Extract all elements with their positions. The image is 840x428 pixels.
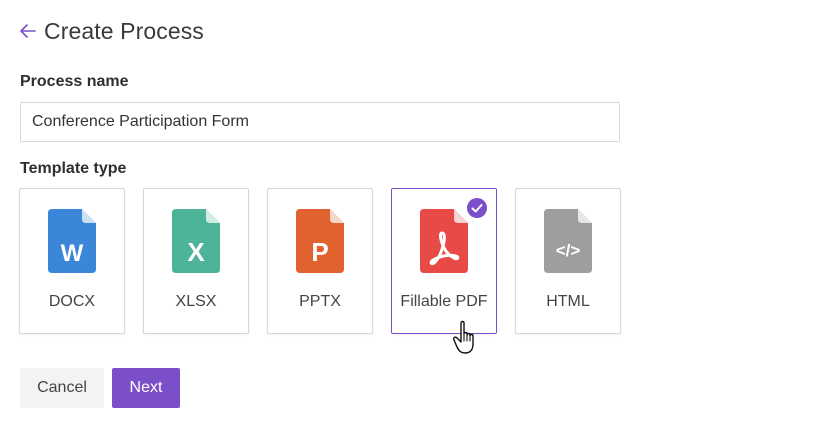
pdf-file-icon — [420, 209, 468, 273]
powerpoint-glyph: P — [311, 237, 328, 267]
template-option-label: HTML — [546, 293, 590, 310]
powerpoint-file-icon: P — [296, 209, 344, 273]
word-file-icon: W — [48, 209, 96, 273]
excel-glyph: X — [187, 237, 205, 267]
template-option-html[interactable]: </> HTML — [515, 188, 621, 334]
page-title: Create Process — [44, 17, 204, 44]
cancel-button[interactable]: Cancel — [20, 368, 104, 408]
next-button[interactable]: Next — [112, 368, 180, 408]
excel-file-icon: X — [172, 209, 220, 273]
word-glyph: W — [61, 240, 84, 267]
template-option-label: Fillable PDF — [400, 293, 488, 310]
process-name-label: Process name — [20, 73, 129, 90]
template-option-xlsx[interactable]: X XLSX — [143, 188, 249, 334]
arrow-left-icon[interactable] — [18, 21, 38, 41]
selected-check-icon — [466, 197, 488, 219]
html-glyph: </> — [556, 241, 581, 260]
template-type-label: Template type — [20, 160, 127, 177]
create-process-page: Create Process Process name Template typ… — [0, 0, 840, 428]
html-file-icon: </> — [544, 209, 592, 273]
template-option-label: XLSX — [175, 293, 217, 310]
hand-pointer-cursor-icon — [453, 320, 474, 354]
page-header: Create Process — [18, 16, 204, 46]
template-option-fillable-pdf[interactable]: Fillable PDF — [391, 188, 497, 334]
template-option-docx[interactable]: W DOCX — [19, 188, 125, 334]
template-option-label: DOCX — [48, 293, 96, 310]
process-name-input[interactable] — [20, 102, 620, 142]
template-option-pptx[interactable]: P PPTX — [267, 188, 373, 334]
template-option-label: PPTX — [299, 293, 341, 310]
